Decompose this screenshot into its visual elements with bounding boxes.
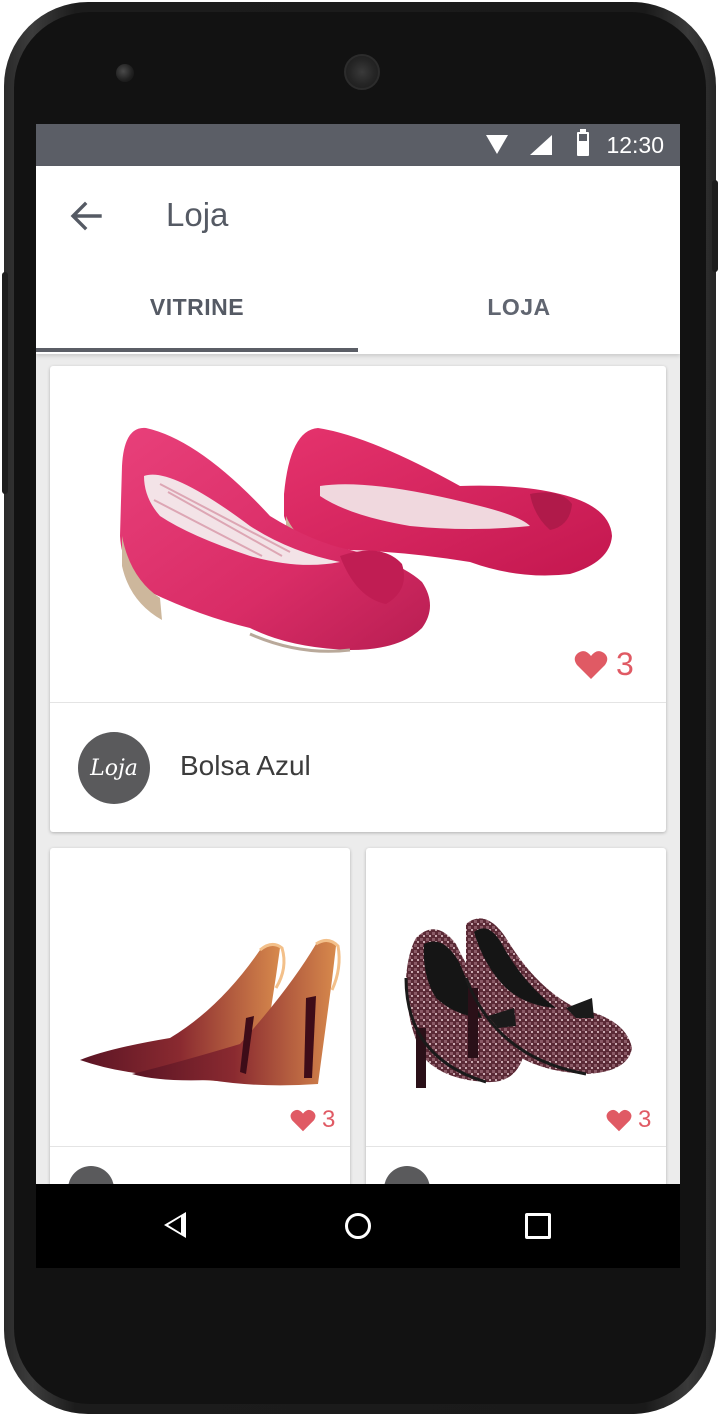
- nav-recent-apps-icon[interactable]: [525, 1213, 551, 1239]
- signal-icon: [530, 135, 552, 155]
- product-image: [50, 848, 350, 1146]
- status-bar: 12:30: [36, 124, 680, 166]
- power-button: [712, 180, 718, 272]
- tab-label: LOJA: [487, 294, 551, 320]
- store-avatar[interactable]: Loja: [78, 732, 150, 804]
- product-feed: 3 Loja Bolsa Azul 3 3: [36, 354, 680, 1188]
- tab-label: VITRINE: [149, 294, 245, 320]
- likes-counter[interactable]: 3: [574, 646, 634, 683]
- front-camera: [116, 64, 134, 82]
- likes-counter[interactable]: 3: [606, 1106, 651, 1134]
- likes-count: 3: [638, 1106, 652, 1133]
- likes-count: 3: [616, 646, 634, 682]
- heart-icon: [606, 1109, 632, 1131]
- card-divider: [50, 702, 666, 703]
- app-bar: Loja VITRINE LOJA: [36, 166, 680, 354]
- screen: 12:30 Loja VITRINE LOJA 3 Loja Bolsa Azu…: [36, 124, 680, 1268]
- card-divider: [50, 1146, 350, 1147]
- nav-back-icon[interactable]: [164, 1212, 186, 1238]
- product-card[interactable]: 3: [366, 848, 666, 1188]
- avatar-logo-text: Loja: [90, 755, 138, 781]
- product-card[interactable]: 3 Loja Bolsa Azul: [50, 366, 666, 832]
- back-arrow-icon[interactable]: [66, 196, 106, 236]
- nav-home-icon[interactable]: [345, 1213, 371, 1239]
- heart-icon: [290, 1109, 316, 1131]
- likes-count: 3: [322, 1106, 336, 1133]
- tab-vitrine[interactable]: VITRINE: [36, 294, 358, 321]
- product-card[interactable]: 3: [50, 848, 350, 1188]
- tab-loja[interactable]: LOJA: [358, 294, 680, 321]
- likes-counter[interactable]: 3: [290, 1106, 335, 1134]
- status-time: 12:30: [606, 132, 664, 158]
- page-title: Loja: [166, 196, 229, 233]
- navigation-bar: [36, 1184, 680, 1268]
- store-name[interactable]: Bolsa Azul: [180, 750, 311, 782]
- wifi-icon: [486, 135, 508, 154]
- card-divider: [366, 1146, 666, 1147]
- volume-button: [2, 272, 8, 494]
- product-image: [366, 848, 666, 1146]
- tab-indicator: [36, 348, 358, 352]
- heart-icon: [574, 650, 608, 679]
- earpiece-speaker: [344, 54, 380, 90]
- battery-icon: [577, 129, 589, 156]
